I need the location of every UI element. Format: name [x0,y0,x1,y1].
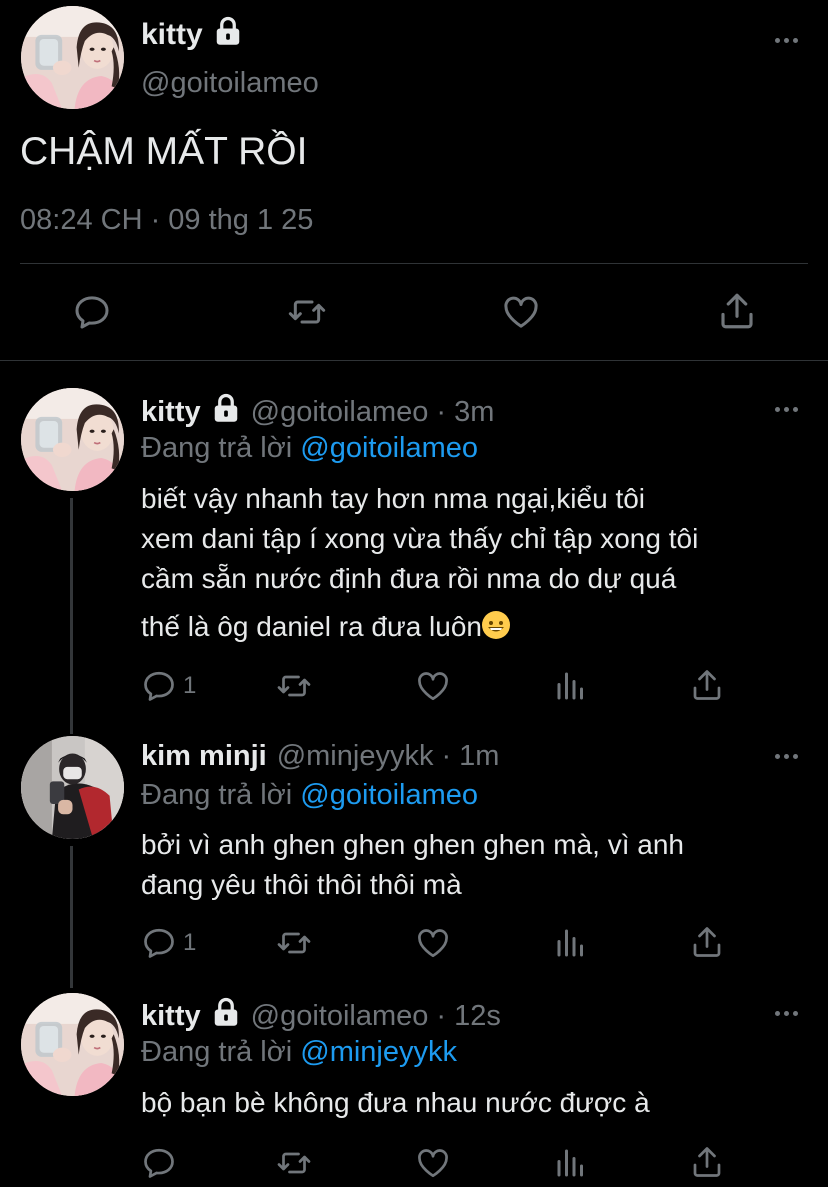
reply-time: · 3m [436,395,495,428]
reply-icon [141,925,177,961]
reply-header: kim minji @minjeyykk · 1m [141,740,499,773]
reply-button[interactable]: 1 [141,668,196,704]
reply-avatar[interactable] [21,388,124,491]
replying-prefix: Đang trả lời [141,1036,293,1068]
grinning-emoji-icon [482,611,510,639]
more-icon[interactable] [775,753,801,759]
main-author-name-text: kitty [141,18,203,51]
reply-text: biết vậy nhanh tay hơn nma ngại,kiểu tôi… [141,479,821,647]
reply-author-handle[interactable]: @goitoilameo [251,1000,429,1033]
views-button[interactable] [553,925,589,961]
main-author-handle[interactable]: @goitoilameo [141,67,319,100]
more-icon[interactable] [775,406,801,412]
more-icon[interactable] [775,37,801,43]
reply-avatar[interactable] [21,993,124,1096]
section-divider [0,360,828,361]
reply-button[interactable]: 1 [141,925,196,961]
reply-text-line: cầm sẵn nước định đưa rồi nma do dự quá [141,563,677,594]
like-button[interactable] [414,668,452,704]
reply-button[interactable] [141,1145,177,1181]
reply-text: bộ bạn bè không đưa nhau nước được à [141,1083,821,1123]
share-button[interactable] [689,1144,725,1180]
reply-header: kitty @goitoilameo · 3m [141,393,494,431]
reply-text: bởi vì anh ghen ghen ghen ghen mà, vì an… [141,825,821,905]
heart-icon [414,668,452,704]
share-button[interactable] [689,667,725,703]
heart-icon [500,292,542,332]
reply-text-line: biết vậy nhanh tay hơn nma ngại,kiểu tôi [141,483,646,514]
retweet-icon [274,668,314,704]
reply-count: 1 [183,672,197,699]
thread-line [70,498,73,734]
replying-to-link[interactable]: @minjeyykk [300,1036,457,1068]
lock-icon [211,997,241,1035]
divider [20,263,808,264]
replying-prefix: Đang trả lời [141,432,293,464]
reply-text-line: thế là ôg daniel ra đưa luôn [141,611,482,642]
lock-icon [213,16,243,54]
reply-avatar[interactable] [21,736,124,839]
like-button[interactable] [414,1145,452,1181]
retweet-button[interactable] [274,1145,314,1181]
retweet-icon [285,292,329,332]
more-icon[interactable] [775,1010,801,1016]
reply-author-name[interactable]: kitty [141,1000,201,1033]
share-button[interactable] [689,924,725,960]
reply-text-line: bộ bạn bè không đưa nhau nước được à [141,1087,650,1118]
share-icon [689,1144,725,1180]
share-icon [689,924,725,960]
like-button[interactable] [414,925,452,961]
lock-icon [211,393,241,431]
reply-time: · 12s [436,999,501,1032]
reply-icon [141,1145,177,1181]
views-button[interactable] [553,668,589,704]
retweet-button[interactable] [285,292,329,332]
reply-button[interactable] [72,292,112,332]
reply-text-line: đang yêu thôi thôi thôi mà [141,869,462,900]
reply-author-name[interactable]: kim minji [141,740,267,773]
views-icon [553,1145,589,1181]
reply-count: 1 [183,929,197,956]
reply-text-line: bởi vì anh ghen ghen ghen ghen mà, vì an… [141,829,684,860]
views-icon [553,925,589,961]
replying-to: Đang trả lời @minjeyykk [141,1036,457,1069]
views-icon [553,668,589,704]
thread-line [70,846,73,988]
reply-author-handle[interactable]: @goitoilameo [251,396,429,429]
retweet-button[interactable] [274,925,314,961]
replying-to: Đang trả lời @goitoilameo [141,432,478,465]
main-author-avatar[interactable] [21,6,124,109]
main-author-name[interactable]: kitty [141,16,243,54]
reply-author-name[interactable]: kitty [141,396,201,429]
like-button[interactable] [500,292,542,332]
share-icon [716,290,758,332]
reply-icon [141,668,177,704]
heart-icon [414,925,452,961]
replying-to: Đang trả lời @goitoilameo [141,779,478,812]
share-button[interactable] [716,290,758,332]
main-timestamp[interactable]: 08:24 CH · 09 thg 1 25 [20,204,313,237]
reply-author-handle[interactable]: @minjeyykk [277,740,434,773]
heart-icon [414,1145,452,1181]
reply-text-line: xem dani tập í xong vừa thấy chỉ tập xon… [141,523,699,554]
replying-to-link[interactable]: @goitoilameo [300,432,478,464]
retweet-button[interactable] [274,668,314,704]
retweet-icon [274,1145,314,1181]
replying-prefix: Đang trả lời [141,779,293,811]
share-icon [689,667,725,703]
main-tweet-text: CHẬM MẤT RỒI [20,130,308,173]
retweet-icon [274,925,314,961]
replying-to-link[interactable]: @goitoilameo [300,779,478,811]
reply-header: kitty @goitoilameo · 12s [141,997,501,1035]
reply-icon [72,292,112,332]
reply-time: · 1m [441,740,500,772]
views-button[interactable] [553,1145,589,1181]
